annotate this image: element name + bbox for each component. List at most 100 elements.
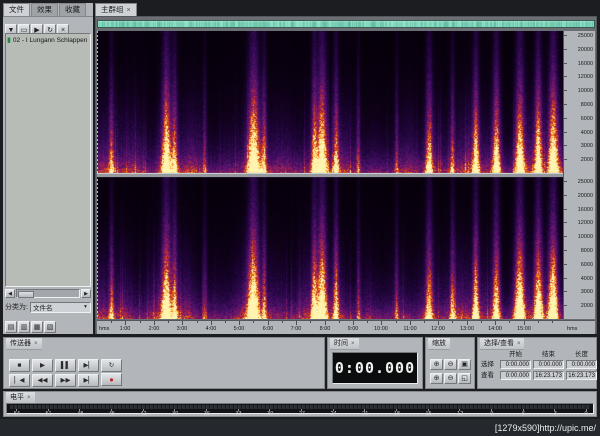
time-minor-tick	[424, 321, 425, 323]
freq-label: 6000	[580, 115, 593, 122]
tab-files[interactable]: 文件	[3, 3, 30, 16]
time-major-tick	[268, 321, 269, 325]
freq-label: 8000	[580, 102, 593, 108]
tab-main-group[interactable]: 主群组 ×	[95, 3, 137, 16]
time-unit-left: hms	[99, 326, 110, 332]
zoom-panel-tab[interactable]: 缩放	[428, 338, 450, 350]
meter-tick-label: -6	[520, 411, 526, 417]
tab-main-group-label: 主群组	[101, 5, 124, 14]
panel-menu-icon[interactable]: ≡	[583, 4, 595, 15]
zoom-row-2: ⊕ ⊖ ◱	[430, 367, 472, 384]
scrollbar-thumb[interactable]	[18, 291, 34, 298]
close-icon[interactable]: ×	[127, 7, 131, 14]
freq-label: 6000	[580, 261, 593, 268]
time-minor-tick	[197, 321, 198, 323]
time-major-tick	[296, 321, 297, 325]
close-icon[interactable]: ×	[351, 339, 355, 349]
time-minor-tick	[552, 321, 553, 323]
time-major-tick	[467, 321, 468, 325]
time-label: 14:00	[488, 326, 502, 332]
zoom-selection-icon: ◱	[461, 375, 468, 382]
go-end-button[interactable]: ▶▏	[78, 374, 99, 387]
time-label: 12:00	[431, 326, 445, 332]
freq-label: 4000	[580, 275, 593, 282]
time-field[interactable]: 0:00.000	[533, 360, 564, 369]
time-major-tick	[524, 321, 525, 325]
freq-tick	[564, 305, 567, 307]
time-display[interactable]: 0:00.000	[332, 352, 418, 384]
freq-tick	[564, 35, 567, 36]
play-icon: ▶	[40, 362, 45, 369]
selection-view-panel-tab[interactable]: 选择/查看 ×	[480, 338, 525, 350]
auto-play-icon[interactable]: ▦	[31, 321, 43, 333]
transport-row-2: ▏◀ ◀◀ ▶▶ ▶▏ ●	[9, 369, 124, 387]
time-value: 0:00.000	[334, 359, 416, 377]
close-icon[interactable]: ×	[34, 339, 38, 349]
time-ruler[interactable]: hms hms 1:00 2:00 3:00 4:00 5:00 6:00 7:00 8:00 9:…	[97, 320, 595, 334]
overview-waveform	[98, 21, 594, 27]
time-field[interactable]: 0:00.000	[566, 360, 597, 369]
time-minor-tick	[396, 321, 397, 323]
main-tab-bar: 主群组 × ≡	[95, 3, 597, 17]
transport-panel-tab[interactable]: 传送器 ×	[6, 338, 42, 350]
time-minor-tick	[140, 321, 141, 323]
tab-effects[interactable]: 效果	[31, 3, 58, 16]
play-to-end-icon: ▶▏	[83, 362, 94, 369]
meter-tick-label: -15	[423, 411, 432, 417]
frequency-ruler[interactable]: 25000 20000 16000 12000 10000 8000 6000 4000 300…	[563, 31, 595, 319]
freq-tick	[564, 90, 567, 92]
freq-tick	[564, 117, 567, 119]
time-minor-tick	[367, 321, 368, 323]
watermark: [1279x590]http://upic.me/	[494, 422, 596, 433]
time-field[interactable]: 16:23.173	[566, 371, 597, 380]
view-grid-icon[interactable]: ▤	[5, 321, 17, 333]
zoom-in-vertical-icon: ⊕	[433, 375, 440, 382]
meter-tick-label: -30	[265, 411, 274, 417]
view-list-icon[interactable]: ▥	[18, 321, 30, 333]
freq-tick	[564, 181, 567, 182]
time-major-tick	[410, 321, 411, 325]
freq-tick	[564, 159, 567, 161]
close-icon[interactable]: ×	[27, 393, 31, 403]
go-start-icon: ▏◀	[14, 377, 25, 384]
time-major-tick	[325, 321, 326, 325]
selview-corner	[481, 351, 498, 359]
scroll-left-icon[interactable]: ◀	[5, 289, 15, 298]
options-icon[interactable]: ▧	[44, 321, 56, 333]
file-list-scrollbar[interactable]: ◀ ▶	[5, 289, 91, 299]
meter-tick-label: -42	[138, 411, 147, 417]
time-minor-tick	[253, 321, 254, 323]
zoom-out-vertical-button[interactable]: ⊖	[444, 373, 457, 384]
close-icon[interactable]: ×	[517, 339, 521, 349]
go-start-button[interactable]: ▏◀	[9, 374, 30, 387]
time-label: 1:00	[119, 326, 131, 332]
freq-tick	[564, 62, 567, 64]
time-field[interactable]: 0:00.000	[500, 371, 531, 380]
time-major-tick	[211, 321, 212, 325]
rewind-button[interactable]: ◀◀	[32, 374, 53, 387]
freq-label: 10000	[577, 234, 593, 241]
scrollbar-track[interactable]	[16, 289, 80, 298]
level-meter[interactable]: -54 -51 -48 -45 -42 -39 -36 -33 -30 -27 -24 -21 -18-…	[6, 403, 594, 417]
meter-tick-label: -3	[551, 411, 557, 417]
freq-tick	[564, 277, 567, 279]
level-meter-scale: -54 -51 -48 -45 -42 -39 -36 -33 -30 -27 -24 -21 -18-…	[10, 409, 590, 417]
time-label: 10:00	[374, 326, 388, 332]
time-field[interactable]: 0:00.000	[500, 360, 531, 369]
rewind-icon: ◀◀	[37, 377, 48, 384]
record-button[interactable]: ●	[101, 373, 122, 386]
time-panel-tab[interactable]: 时间 ×	[330, 338, 359, 350]
sort-by-dropdown[interactable]: 文件名 ▼	[29, 301, 91, 313]
freq-label: 3000	[580, 289, 593, 296]
time-field[interactable]: 16:23.173	[533, 371, 564, 380]
session-overview-bar[interactable]	[97, 20, 595, 28]
file-list-item[interactable]: ▮ 02 - I Lungann Schlappen	[6, 34, 90, 46]
channel-divider[interactable]	[97, 173, 563, 177]
column-header: 结束	[542, 351, 555, 358]
fast-forward-button[interactable]: ▶▶	[55, 374, 76, 387]
zoom-in-vertical-button[interactable]: ⊕	[430, 373, 443, 384]
zoom-selection-button[interactable]: ◱	[458, 373, 471, 384]
scroll-right-icon[interactable]: ▶	[81, 289, 91, 298]
freq-tick	[564, 263, 567, 265]
tab-favorites[interactable]: 收藏	[59, 3, 86, 16]
